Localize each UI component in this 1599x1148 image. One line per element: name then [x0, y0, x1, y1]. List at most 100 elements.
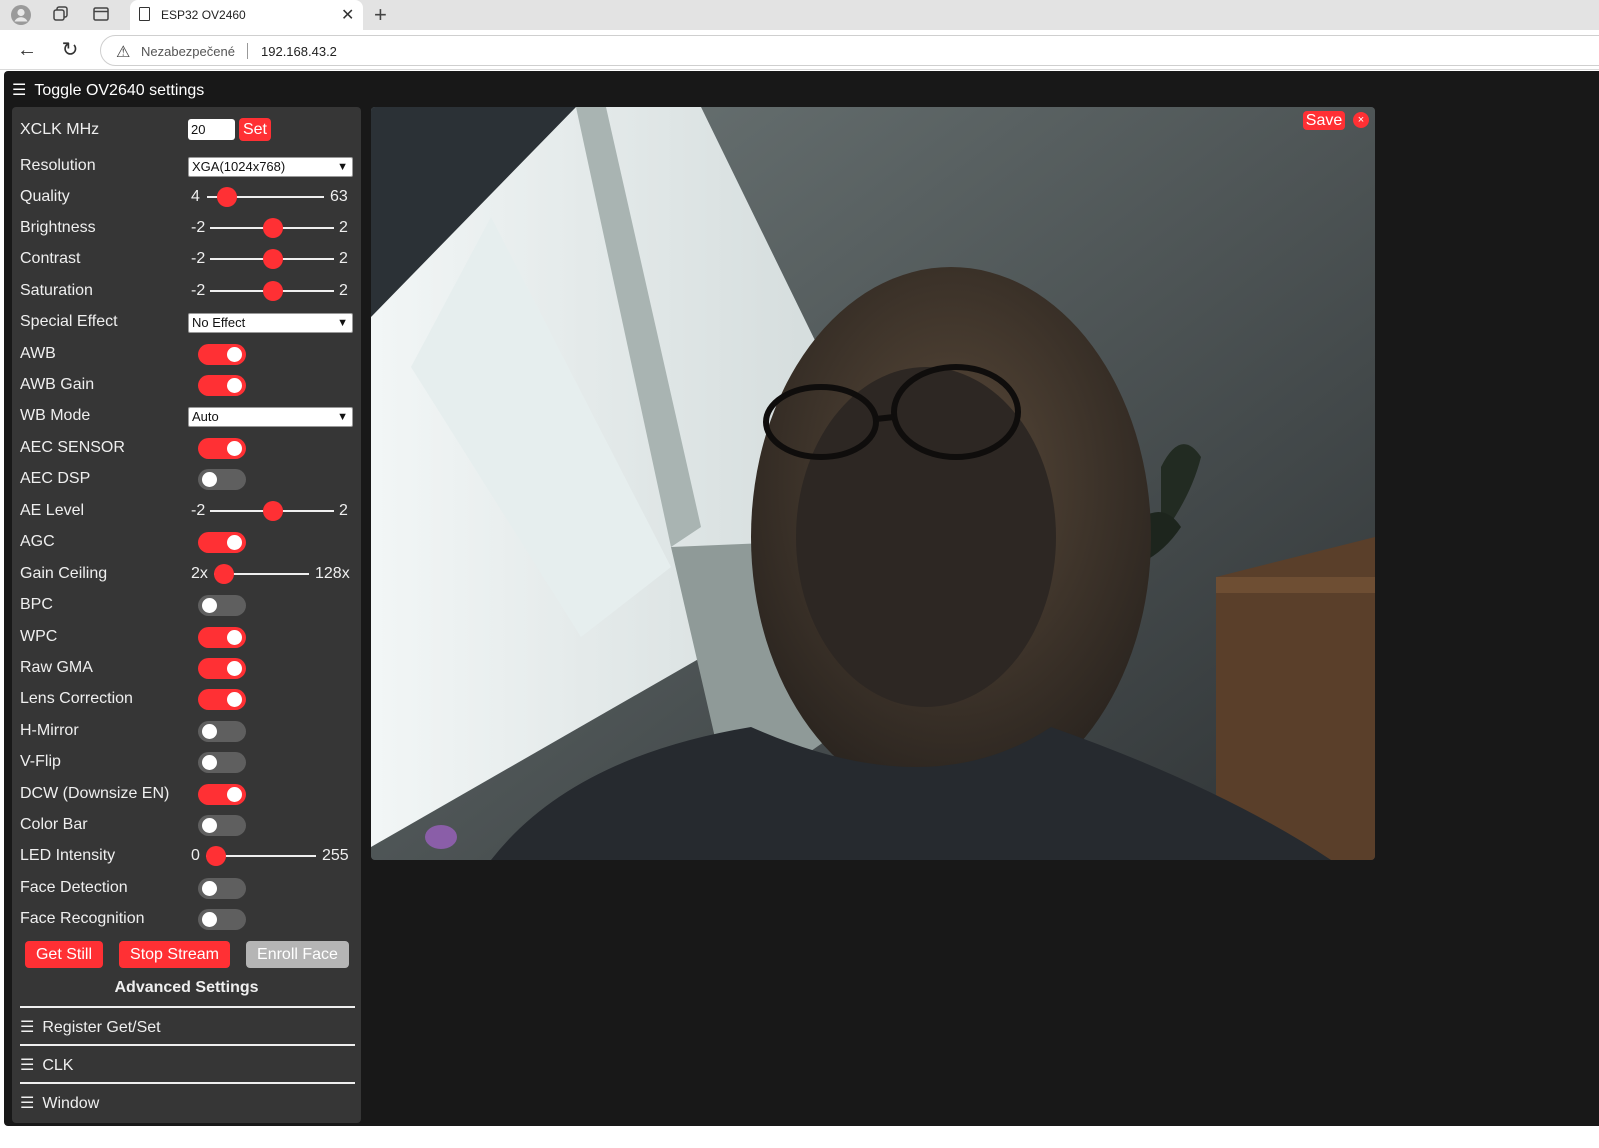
page-icon [139, 7, 150, 21]
window-label: Window [42, 1095, 100, 1112]
saturation-thumb[interactable] [263, 281, 283, 301]
hamburger-icon: ☰ [20, 1095, 35, 1112]
ae-level-thumb[interactable] [263, 501, 283, 521]
awb-row: AWB [12, 339, 361, 369]
special-effect-label: Special Effect [20, 313, 118, 330]
lens-correction-toggle[interactable] [198, 689, 246, 710]
aec-dsp-toggle[interactable] [198, 469, 246, 490]
led-intensity-min: 0 [191, 847, 200, 864]
close-stream-icon[interactable]: × [1353, 112, 1369, 128]
profile-icon[interactable] [10, 4, 32, 26]
tab-actions-icon[interactable] [90, 4, 112, 26]
toggle-knob [227, 692, 242, 707]
dcw-toggle[interactable] [198, 784, 246, 805]
toggle-knob [202, 881, 217, 896]
wpc-label: WPC [20, 628, 58, 645]
special-effect-select[interactable]: No Effect ▼ [188, 313, 353, 333]
awb-label: AWB [20, 345, 56, 362]
led-intensity-max: 255 [322, 847, 349, 864]
divider [20, 1082, 355, 1084]
wb-mode-select[interactable]: Auto ▼ [188, 407, 353, 427]
wpc-toggle[interactable] [198, 627, 246, 648]
xclk-label: XCLK MHz [20, 121, 100, 138]
awb-gain-label: AWB Gain [20, 376, 95, 393]
color-bar-toggle[interactable] [198, 815, 246, 836]
agc-toggle[interactable] [198, 532, 246, 553]
resolution-select[interactable]: XGA(1024x768) ▼ [188, 157, 353, 177]
toggle-knob [227, 535, 242, 550]
url-text[interactable]: 192.168.43.2 [261, 44, 337, 59]
clk-toggle[interactable]: ☰ CLK [20, 1055, 73, 1075]
xclk-input[interactable]: 20 [188, 119, 235, 140]
face-detection-toggle[interactable] [198, 878, 246, 899]
collections-icon[interactable] [50, 4, 72, 26]
aec-sensor-toggle[interactable] [198, 438, 246, 459]
awb-gain-toggle[interactable] [198, 375, 246, 396]
security-label[interactable]: Nezabezpečené [141, 44, 235, 59]
face-recognition-label: Face Recognition [20, 910, 145, 927]
resolution-row: Resolution XGA(1024x768) ▼ [12, 151, 361, 181]
new-tab-icon[interactable]: + [374, 2, 387, 28]
h-mirror-row: H-Mirror [12, 716, 361, 746]
gain-ceiling-min: 2x [191, 565, 208, 582]
v-flip-label: V-Flip [20, 753, 61, 770]
quality-thumb[interactable] [217, 187, 237, 207]
toggle-knob [227, 441, 242, 456]
ae-level-label: AE Level [20, 502, 85, 519]
special-effect-row: Special Effect No Effect ▼ [12, 307, 361, 337]
register-get-set-toggle[interactable]: ☰ Register Get/Set [20, 1017, 161, 1037]
toggle-knob [202, 724, 217, 739]
register-get-set-label: Register Get/Set [42, 1019, 161, 1036]
browser-tab[interactable]: ESP32 OV2460 ✕ [130, 0, 363, 30]
stop-stream-button[interactable]: Stop Stream [119, 941, 230, 968]
address-bar-row: ← ↻ ⚠ Nezabezpečené 192.168.43.2 [0, 30, 1599, 70]
toggle-knob [202, 818, 217, 833]
awb-toggle[interactable] [198, 344, 246, 365]
led-intensity-thumb[interactable] [206, 846, 226, 866]
close-tab-icon[interactable]: ✕ [341, 5, 354, 25]
dcw-label: DCW (Downsize EN) [20, 785, 170, 802]
toggle-knob [227, 630, 242, 645]
v-flip-toggle[interactable] [198, 752, 246, 773]
warning-icon[interactable]: ⚠ [116, 42, 130, 62]
xclk-set-button[interactable]: Set [239, 118, 271, 141]
bpc-row: BPC [12, 590, 361, 620]
camera-stream-image [371, 107, 1375, 860]
agc-row: AGC [12, 527, 361, 557]
h-mirror-toggle[interactable] [198, 721, 246, 742]
reload-icon[interactable]: ↻ [58, 38, 82, 62]
gain-ceiling-thumb[interactable] [214, 564, 234, 584]
face-recognition-toggle[interactable] [198, 909, 246, 930]
enroll-face-button[interactable]: Enroll Face [246, 941, 349, 968]
ae-level-min: -2 [191, 502, 206, 519]
save-button[interactable]: Save [1303, 111, 1345, 130]
brightness-thumb[interactable] [263, 218, 283, 238]
color-bar-row: Color Bar [12, 810, 361, 840]
browser-tab-bar: ESP32 OV2460 ✕ + [0, 0, 1599, 30]
bpc-toggle[interactable] [198, 595, 246, 616]
contrast-thumb[interactable] [263, 249, 283, 269]
awb-gain-row: AWB Gain [12, 370, 361, 400]
address-bar[interactable]: ⚠ Nezabezpečené 192.168.43.2 [100, 35, 1599, 66]
bpc-label: BPC [20, 596, 53, 613]
toggle-knob [202, 912, 217, 927]
get-still-button[interactable]: Get Still [25, 941, 103, 968]
aec-sensor-row: AEC SENSOR [12, 433, 361, 463]
settings-menu-toggle[interactable]: ☰ Toggle OV2640 settings [12, 80, 204, 100]
led-intensity-row: LED Intensity 0 255 [12, 841, 361, 871]
window-toggle[interactable]: ☰ Window [20, 1093, 99, 1113]
agc-label: AGC [20, 533, 55, 550]
brightness-row: Brightness -2 2 [12, 213, 361, 243]
raw-gma-row: Raw GMA [12, 653, 361, 683]
aec-sensor-label: AEC SENSOR [20, 439, 125, 456]
brightness-max: 2 [339, 219, 348, 236]
quality-min: 4 [191, 188, 200, 205]
toggle-knob [202, 755, 217, 770]
back-icon[interactable]: ← [15, 38, 39, 62]
raw-gma-toggle[interactable] [198, 658, 246, 679]
ae-level-row: AE Level -2 2 [12, 496, 361, 526]
divider [20, 1044, 355, 1046]
settings-sidebar: XCLK MHz 20 Set Resolution XGA(1024x768)… [12, 107, 361, 1123]
chevron-down-icon: ▼ [337, 411, 348, 423]
h-mirror-label: H-Mirror [20, 722, 79, 739]
